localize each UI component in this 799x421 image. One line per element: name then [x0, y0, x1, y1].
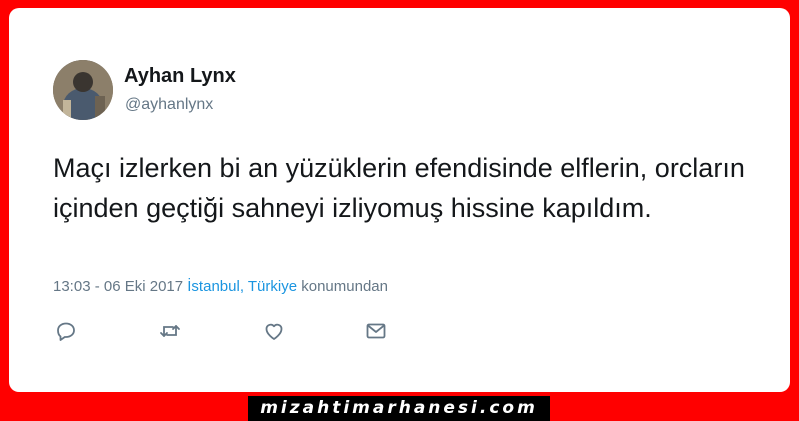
timestamp[interactable]: 13:03 - 06 Eki 2017	[53, 278, 183, 295]
speech-bubble-icon	[57, 322, 75, 341]
tweet-meta: 13:03 - 06 Eki 2017 İstanbul, Türkiye ko…	[53, 278, 388, 295]
location-city-link[interactable]: İstanbul	[187, 278, 240, 295]
tweet-card: Ayhan Lynx @ayhanlynx Maçı izlerken bi a…	[9, 8, 790, 392]
location-suffix: konumundan	[301, 278, 388, 295]
reply-button[interactable]	[55, 320, 77, 342]
like-button[interactable]	[263, 320, 285, 342]
location-separator: ,	[239, 278, 248, 295]
display-name[interactable]: Ayhan Lynx	[124, 65, 236, 88]
watermark-text: mizahtimarhanesi.com	[260, 398, 538, 418]
watermark-banner: mizahtimarhanesi.com	[248, 396, 550, 421]
retweet-arrows-icon	[160, 325, 180, 337]
profile-photo-icon	[53, 60, 113, 120]
envelope-icon	[366, 323, 386, 339]
retweet-button[interactable]	[159, 320, 181, 342]
message-button[interactable]	[365, 320, 387, 342]
tweet-text: Maçı izlerken bi an yüzüklerin efendisin…	[53, 153, 745, 223]
heart-icon	[265, 323, 283, 340]
avatar[interactable]	[53, 60, 113, 120]
location-country-link[interactable]: Türkiye	[248, 278, 297, 295]
user-handle[interactable]: @ayhanlynx	[125, 96, 213, 114]
